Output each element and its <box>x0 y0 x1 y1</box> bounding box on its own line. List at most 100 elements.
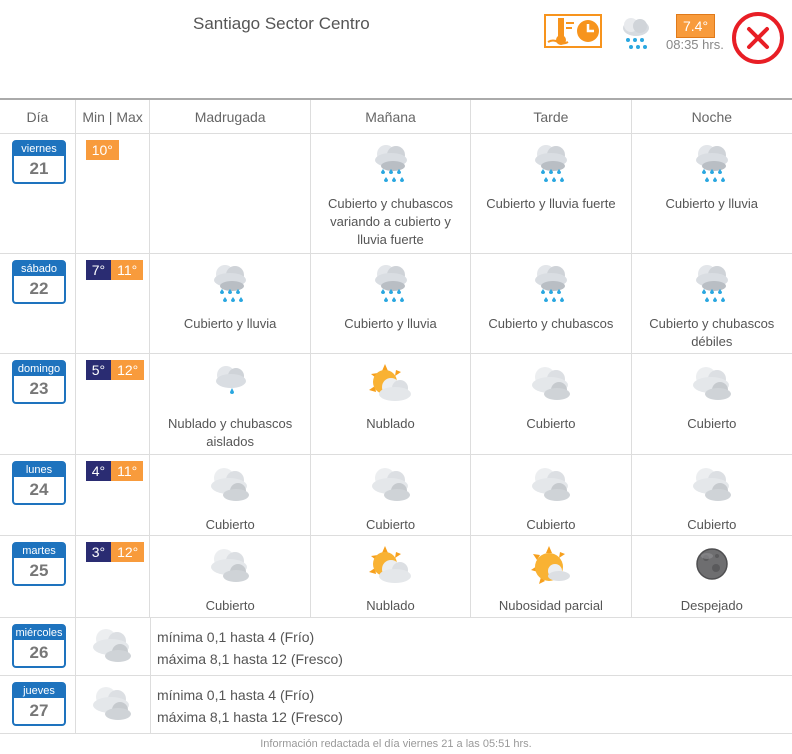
period-description: Cubierto <box>205 598 255 613</box>
cloud-icon <box>688 455 736 514</box>
forecast-row: domingo 23 5° 12° Nublado y chubascos aislad… <box>0 354 792 455</box>
forecast-row: viernes 21 10° Cubierto y chubascos variand… <box>0 134 792 254</box>
temp-max: 12° <box>111 542 145 562</box>
extended-summary: mínima 0,1 hasta 4 (Frío) máxima 8,1 hast… <box>151 618 792 675</box>
period-description: Nubosidad parcial <box>498 598 603 613</box>
day-number: 21 <box>29 159 49 178</box>
temp-min: 7° <box>85 260 112 280</box>
day-badge: lunes 24 <box>12 461 66 505</box>
close-button[interactable] <box>732 12 784 64</box>
period-cell: Cubierto <box>311 455 472 535</box>
period-description: Nublado <box>366 416 415 431</box>
temp-range: 5° 12° <box>85 360 145 380</box>
day-name: domingo <box>14 362 64 376</box>
period-cell: Nublado <box>311 354 472 454</box>
day-number: 27 <box>29 701 49 720</box>
day-number: 24 <box>29 480 49 499</box>
day-number: 23 <box>29 379 49 398</box>
day-number: 25 <box>29 561 49 580</box>
cloud-icon <box>527 455 575 514</box>
minmax-cell: 10° <box>76 134 151 253</box>
col-tarde: Tarde <box>471 100 632 133</box>
period-cell: Cubierto <box>632 455 792 535</box>
day-badge: jueves 27 <box>12 682 66 726</box>
day-name: miércoles <box>14 626 64 640</box>
day-cell: martes 25 <box>0 536 76 617</box>
temp-max: 12° <box>111 360 145 380</box>
period-description: Nublado y chubascos aislados <box>167 416 293 449</box>
day-name: sábado <box>14 262 64 276</box>
col-minmax: Min | Max <box>76 100 151 133</box>
period-cell: Nubosidad parcial <box>471 536 632 617</box>
cloud-icon <box>88 682 136 733</box>
period-cell: Despejado <box>632 536 792 617</box>
period-cell: Cubierto <box>632 354 792 454</box>
current-time: 08:35 hrs. <box>666 37 724 52</box>
temp-range: 10° <box>85 140 119 160</box>
current-weather-rain-icon <box>623 18 649 49</box>
col-manana: Mañana <box>311 100 472 133</box>
rain-cloud-icon <box>210 254 250 313</box>
day-badge: domingo 23 <box>12 360 66 404</box>
temperature-clock-icon[interactable] <box>544 14 602 48</box>
day-name: lunes <box>14 463 64 477</box>
moon-icon <box>692 536 732 595</box>
min-range-text: mínima 0,1 hasta 4 (Frío) <box>157 687 315 703</box>
temp-range: 3° 12° <box>85 542 145 562</box>
day-badge: miércoles 26 <box>12 624 66 668</box>
max-range-text: máxima 8,1 hasta 12 (Fresco) <box>157 651 343 667</box>
period-description: Cubierto <box>365 517 416 532</box>
period-description: Cubierto <box>205 517 255 532</box>
cloud-icon <box>206 536 254 595</box>
forecast-row: martes 25 3° 12° Cubierto Nublado Nubosidad pa… <box>0 536 792 618</box>
day-cell: viernes 21 <box>0 134 76 253</box>
minmax-cell: 5° 12° <box>76 354 151 454</box>
rain-cloud-icon <box>371 254 411 313</box>
rain-cloud-icon <box>692 254 732 313</box>
day-cell: lunes 24 <box>0 455 76 535</box>
period-description: Cubierto <box>526 416 576 431</box>
temp-min: 3° <box>85 542 112 562</box>
period-description: Cubierto <box>526 517 576 532</box>
period-cell: Cubierto <box>471 455 632 535</box>
forecast-row: sábado 22 7° 11° Cubierto y lluvia Cubierto y… <box>0 254 792 354</box>
period-cell: Cubierto y chubascos variando a cubierto… <box>311 134 472 253</box>
period-description: Cubierto <box>687 517 737 532</box>
temp-min: 4° <box>85 461 112 481</box>
temp-max: 11° <box>111 260 144 280</box>
icon-cell <box>76 618 151 675</box>
footer-note: Información redactada el día viernes 21 … <box>260 738 532 750</box>
temp-range: 7° 11° <box>85 260 144 280</box>
period-cell: Cubierto y lluvia fuerte <box>471 134 632 253</box>
period-cell: Cubierto y lluvia <box>311 254 472 353</box>
day-number: 22 <box>29 279 49 298</box>
period-cell: Cubierto y chubascos débiles <box>632 254 792 353</box>
period-description: Cubierto y lluvia <box>183 316 277 331</box>
cloud-icon <box>88 624 136 675</box>
rain-cloud-icon <box>531 134 571 193</box>
light-rain-cloud-icon <box>210 354 250 413</box>
temp-range: 4° 11° <box>85 461 144 481</box>
period-cell: Cubierto y lluvia <box>150 254 311 353</box>
cloud-icon <box>688 354 736 413</box>
current-temperature: 7.4° <box>676 14 716 38</box>
period-description: Cubierto y lluvia <box>665 196 759 211</box>
day-cell: jueves 27 <box>0 676 76 733</box>
period-cell: Nublado y chubascos aislados <box>150 354 311 454</box>
day-badge: sábado 22 <box>12 260 66 304</box>
temp-min: 5° <box>85 360 112 380</box>
period-description: Cubierto y lluvia fuerte <box>486 196 616 211</box>
period-description: Despejado <box>680 598 743 613</box>
rain-cloud-icon <box>371 134 411 193</box>
day-badge: viernes 21 <box>12 140 66 184</box>
period-cell: Cubierto <box>150 455 311 535</box>
close-icon <box>747 27 769 49</box>
max-range-text: máxima 8,1 hasta 12 (Fresco) <box>157 709 343 725</box>
cloud-icon <box>367 455 415 514</box>
minmax-cell: 7° 11° <box>76 254 151 353</box>
period-cell: Cubierto <box>471 354 632 454</box>
extended-summary: mínima 0,1 hasta 4 (Frío) máxima 8,1 hast… <box>151 676 792 733</box>
col-noche: Noche <box>691 108 733 125</box>
sun-cloud-icon <box>367 536 415 595</box>
col-madrugada: Madrugada <box>150 100 311 133</box>
